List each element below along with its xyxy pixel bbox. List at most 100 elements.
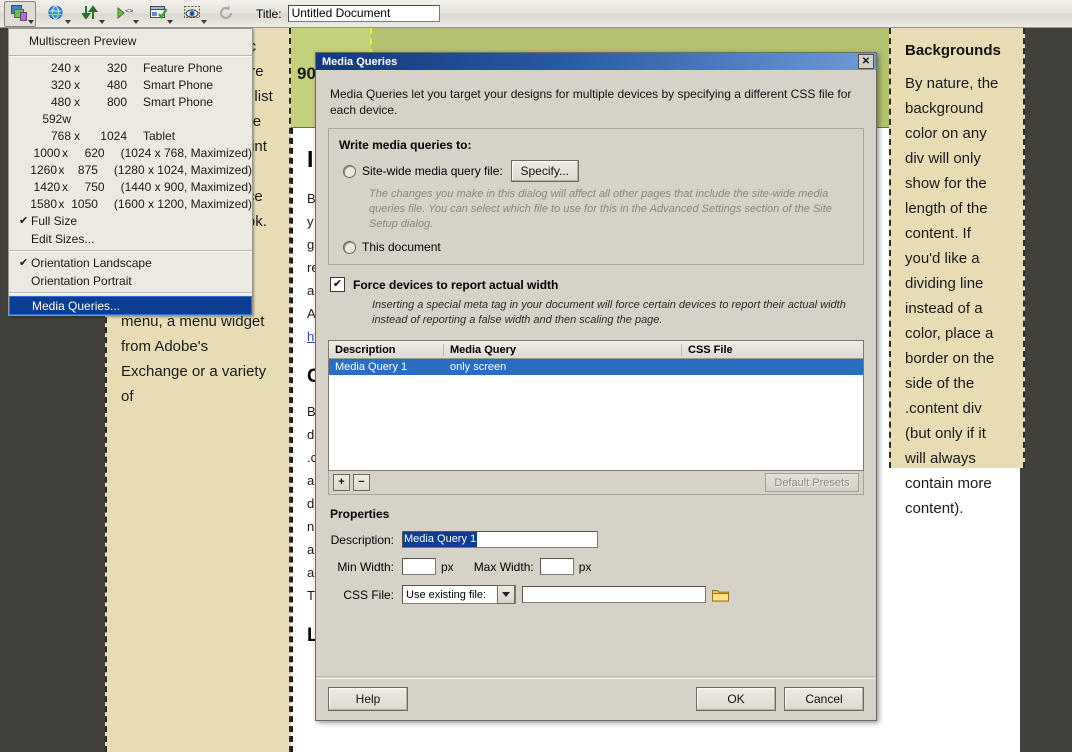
checkmark-icon: ✔ [19,214,29,227]
size-height: 320 [106,60,127,75]
menu-item-size[interactable]: 592w [9,110,252,127]
title-input[interactable] [287,5,440,22]
refresh-design-view-button[interactable] [212,2,242,26]
size-x: x [74,77,80,92]
chevron-down-icon [201,19,207,24]
write-media-queries-group: Write media queries to: Site-wide media … [328,128,864,265]
live-code-button[interactable]: <> [110,2,140,26]
write-group-title: Write media queries to: [339,138,472,152]
radio-sitewide-row[interactable]: Site-wide media query file: Specify... [343,160,853,182]
menu-item-orientation-landscape[interactable]: ✔ Orientation Landscape [9,254,252,272]
force-width-row[interactable]: ✔ Force devices to report actual width [330,277,864,292]
menu-header: Multiscreen Preview [29,34,137,48]
size-desc: Feature Phone [143,60,223,75]
close-icon[interactable]: ✕ [858,54,874,69]
force-width-checkbox[interactable]: ✔ [330,277,345,292]
checkmark-icon: ✔ [19,256,29,269]
min-width-unit: px [441,559,454,574]
size-height: 1024 [100,128,127,143]
menu-item-size[interactable]: 1260 x 875 (1280 x 1024, Maximized) [9,161,252,178]
min-width-input[interactable] [402,558,436,575]
menu-divider [9,55,252,57]
size-width: 240 [50,60,71,75]
validate-window-icon [150,5,168,22]
width-row: Min Width: px Max Width: px [328,558,864,575]
menu-divider [9,292,252,294]
menu-item-media-queries[interactable]: Media Queries... [9,296,252,315]
table-row[interactable]: Media Query 1 only screen [329,359,863,375]
size-height: 480 [106,77,127,92]
multiscreen-preview-icon [11,5,29,22]
description-row: Description: Media Query 1 [328,531,864,548]
size-desc: (1280 x 1024, Maximized) [113,162,252,177]
column-header-description[interactable]: Description [329,343,444,356]
size-x: x [61,179,68,194]
force-width-hint: Inserting a special meta tag in your doc… [372,299,846,326]
size-width: 592w [42,111,71,126]
eye-icon [184,5,202,22]
svg-text:<>: <> [125,7,133,15]
size-width: 1420 [33,179,61,194]
file-management-button[interactable] [76,2,106,26]
folder-icon[interactable] [712,588,729,602]
add-media-query-button[interactable]: + [333,474,350,491]
size-desc: Smart Phone [143,94,214,109]
dialog-titlebar: Media Queries ✕ [316,53,876,70]
menu-item-size[interactable]: 240 x 320 Feature Phone [9,59,252,76]
radio-this-document[interactable] [343,240,356,254]
size-x: x [58,196,65,211]
menu-item-orientation-portrait[interactable]: Orientation Portrait [9,272,252,290]
menu-item-size[interactable]: 320 x 480 Smart Phone [9,76,252,93]
dialog-title: Media Queries [322,55,398,68]
size-desc: (1024 x 768, Maximized) [120,145,252,160]
size-desc: Smart Phone [143,77,214,92]
size-width: 1000 [33,145,61,160]
menu-label: Orientation Portrait [31,274,132,288]
properties-title: Properties [330,507,390,521]
size-width: 320 [50,77,71,92]
radio-sitewide-label: Site-wide media query file: [362,164,503,178]
description-input[interactable]: Media Query 1 [402,531,598,548]
specify-button[interactable]: Specify... [510,160,579,182]
size-width: 768 [50,128,71,143]
radio-this-document-row[interactable]: This document [343,240,853,254]
max-width-input[interactable] [539,558,574,575]
menu-item-size[interactable]: 480 x 800 Smart Phone [9,93,252,110]
menu-item-size[interactable]: 1580 x 1050 (1600 x 1200, Maximized) [9,195,252,212]
radio-sitewide[interactable] [343,164,356,178]
ok-button[interactable]: OK [696,686,776,711]
help-button[interactable]: Help [328,686,408,711]
chevron-down-icon [28,19,34,24]
menu-item-size[interactable]: 1420 x 750 (1440 x 900, Maximized) [9,178,252,195]
radio-this-document-label: This document [362,240,441,254]
live-view-button[interactable] [178,2,208,26]
media-queries-table[interactable]: Description Media Query CSS File Media Q… [328,340,864,471]
menu-item-size[interactable]: 768 x 1024 Tablet [9,127,252,144]
menu-item-size[interactable]: 1000 x 620 (1024 x 768, Maximized) [9,144,252,161]
column-header-media-query[interactable]: Media Query [444,343,682,356]
size-width: 1260 [30,162,57,177]
column-header-css-file[interactable]: CSS File [682,344,863,356]
default-presets-button[interactable]: Default Presets [765,473,859,492]
title-label: Title: [256,6,282,21]
menu-item-edit-sizes[interactable]: Edit Sizes... [9,230,252,248]
right-sidebar-column: Backgrounds By nature, the background co… [889,28,1025,517]
multiscreen-preview-button[interactable] [4,0,36,27]
size-x: x [74,128,80,143]
table-toolbar: + − Default Presets [328,471,864,495]
validate-markup-button[interactable] [144,2,174,26]
menu-label: Media Queries... [32,298,121,313]
menu-item-full-size[interactable]: ✔ Full Size [9,212,252,230]
css-file-label: CSS File: [343,587,394,602]
remove-media-query-button[interactable]: − [353,474,370,491]
chevron-down-icon[interactable] [497,585,515,604]
css-file-select[interactable]: Use existing file: [402,585,516,604]
sitewide-hint-text: The changes you make in this dialog will… [369,188,832,230]
cancel-button[interactable]: Cancel [784,686,864,711]
preview-in-browser-button[interactable] [42,2,72,26]
css-file-path-input[interactable] [522,586,706,603]
size-x: x [58,162,65,177]
menu-label: Edit Sizes... [31,232,95,246]
table-header-row: Description Media Query CSS File [329,341,863,359]
multiscreen-preview-menu: Multiscreen Preview 240 x 320 Feature Ph… [8,28,253,316]
